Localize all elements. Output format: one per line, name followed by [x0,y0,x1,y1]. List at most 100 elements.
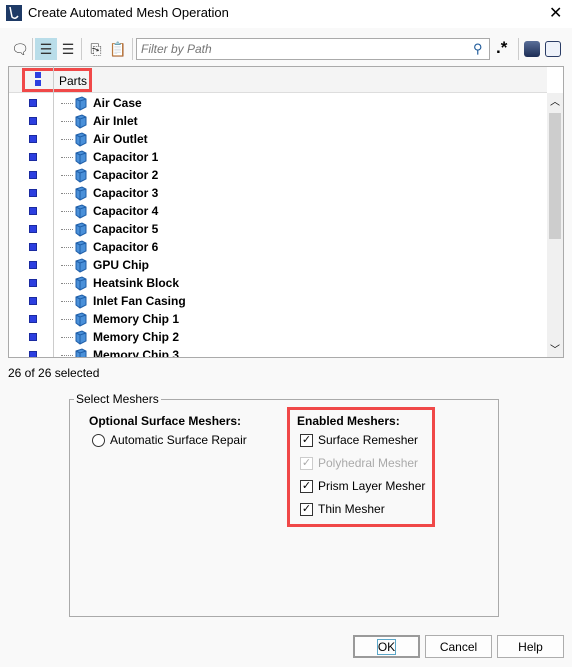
selected-indicator[interactable] [29,207,37,215]
mesher-checkbox-row: ✓ Polyhedral Mesher [300,456,418,470]
part-name: Inlet Fan Casing [93,294,186,308]
table-row[interactable]: GPU Chip [9,256,547,274]
tree-connector [61,229,73,230]
selected-indicator[interactable] [29,333,37,341]
select-all-icon[interactable] [524,41,540,57]
selected-indicator[interactable] [29,279,37,287]
help-button[interactable]: Help [497,635,564,658]
selected-indicator[interactable] [29,171,37,179]
divider [518,38,519,60]
part-name: Capacitor 3 [93,186,159,200]
part-icon [75,186,87,201]
table-row[interactable]: Memory Chip 1 [9,310,547,328]
selected-indicator[interactable] [29,135,37,143]
automatic-surface-repair-option[interactable]: Automatic Surface Repair [92,433,247,447]
part-name: Heatsink Block [93,276,180,290]
select-none-icon[interactable] [545,41,561,57]
mesher-label: Thin Mesher [318,502,385,516]
tree-connector [61,265,73,266]
part-icon [75,114,87,129]
title-bar: Create Automated Mesh Operation ✕ [0,0,572,28]
table-row[interactable]: Heatsink Block [9,274,547,292]
tree-list-icon[interactable]: ☰ [35,38,57,60]
part-icon [75,132,87,147]
part-name: Capacitor 5 [93,222,159,236]
divider [32,38,33,60]
table-row[interactable]: Air Case [9,94,547,112]
tree-connector [61,319,73,320]
mesher-checkbox-row[interactable]: ✓ Prism Layer Mesher [300,479,425,493]
selection-count: 26 of 26 selected [8,366,100,380]
highlight-box [22,68,92,92]
app-logo-icon [6,5,22,21]
vertical-scrollbar[interactable]: ︿ ﹀ [547,93,563,357]
optional-meshers-title: Optional Surface Meshers: [89,414,242,428]
group-label: Select Meshers [76,392,159,406]
table-row[interactable]: Capacitor 1 [9,148,547,166]
table-row[interactable]: Air Outlet [9,130,547,148]
ok-button[interactable]: OK [353,635,420,658]
part-icon [75,168,87,183]
selected-indicator[interactable] [29,261,37,269]
table-row[interactable]: Inlet Fan Casing [9,292,547,310]
part-icon [75,330,87,345]
selected-indicator[interactable] [29,99,37,107]
table-row[interactable]: Capacitor 6 [9,238,547,256]
flat-list-icon[interactable]: ☰ [57,38,79,60]
tree-connector [61,283,73,284]
checkbox[interactable]: ✓ [300,502,313,516]
part-name: Memory Chip 1 [93,312,180,326]
window-title: Create Automated Mesh Operation [28,5,229,20]
part-icon [75,240,87,255]
part-name: Memory Chip 2 [93,330,180,344]
scroll-down-icon[interactable]: ﹀ [550,341,560,356]
tree-connector [61,121,73,122]
table-row[interactable]: Capacitor 3 [9,184,547,202]
selected-indicator[interactable] [29,117,37,125]
tree-connector [61,175,73,176]
tree-connector [61,337,73,338]
cancel-button[interactable]: Cancel [425,635,492,658]
comment-icon[interactable]: 🗨 [9,38,31,60]
tree-connector [61,355,73,356]
mesher-checkbox-row[interactable]: ✓ Surface Remesher [300,433,418,447]
table-row[interactable]: Capacitor 2 [9,166,547,184]
copy-icon[interactable]: ⎘ [85,38,107,60]
part-name: Capacitor 2 [93,168,159,182]
parts-grid: Parts Air Case Air Inlet Air Outlet Capa… [8,66,564,358]
selected-indicator[interactable] [29,351,37,357]
selected-indicator[interactable] [29,315,37,323]
close-icon[interactable]: ✕ [549,3,562,23]
filter-input[interactable] [137,39,457,59]
table-row[interactable]: Air Inlet [9,112,547,130]
scrollbar-thumb[interactable] [549,113,561,239]
search-icon[interactable]: ⚲ [473,41,483,57]
tree-connector [61,157,73,158]
selected-indicator[interactable] [29,153,37,161]
radio-button[interactable] [92,433,105,447]
selected-indicator[interactable] [29,225,37,233]
part-icon [75,276,87,291]
mesher-label: Surface Remesher [318,433,419,447]
selected-indicator[interactable] [29,297,37,305]
checkbox[interactable]: ✓ [300,479,313,493]
scroll-up-icon[interactable]: ︿ [550,93,560,108]
checkbox[interactable]: ✓ [300,433,313,447]
table-row[interactable]: Memory Chip 3 [9,346,547,357]
selected-indicator[interactable] [29,189,37,197]
tree-connector [61,211,73,212]
selected-indicator[interactable] [29,243,37,251]
mesher-checkbox-row[interactable]: ✓ Thin Mesher [300,502,385,516]
regex-toggle[interactable]: .* [496,38,507,58]
table-row[interactable]: Memory Chip 2 [9,328,547,346]
mesher-label: Polyhedral Mesher [318,456,419,470]
part-icon [75,258,87,273]
divider [132,38,133,60]
enabled-meshers-title: Enabled Meshers: [297,414,400,428]
table-row[interactable]: Capacitor 4 [9,202,547,220]
part-name: Capacitor 1 [93,150,159,164]
filter-input-box[interactable]: ⚲ [136,38,490,60]
option-label: Automatic Surface Repair [110,433,247,447]
part-icon [75,294,87,309]
table-row[interactable]: Capacitor 5 [9,220,547,238]
